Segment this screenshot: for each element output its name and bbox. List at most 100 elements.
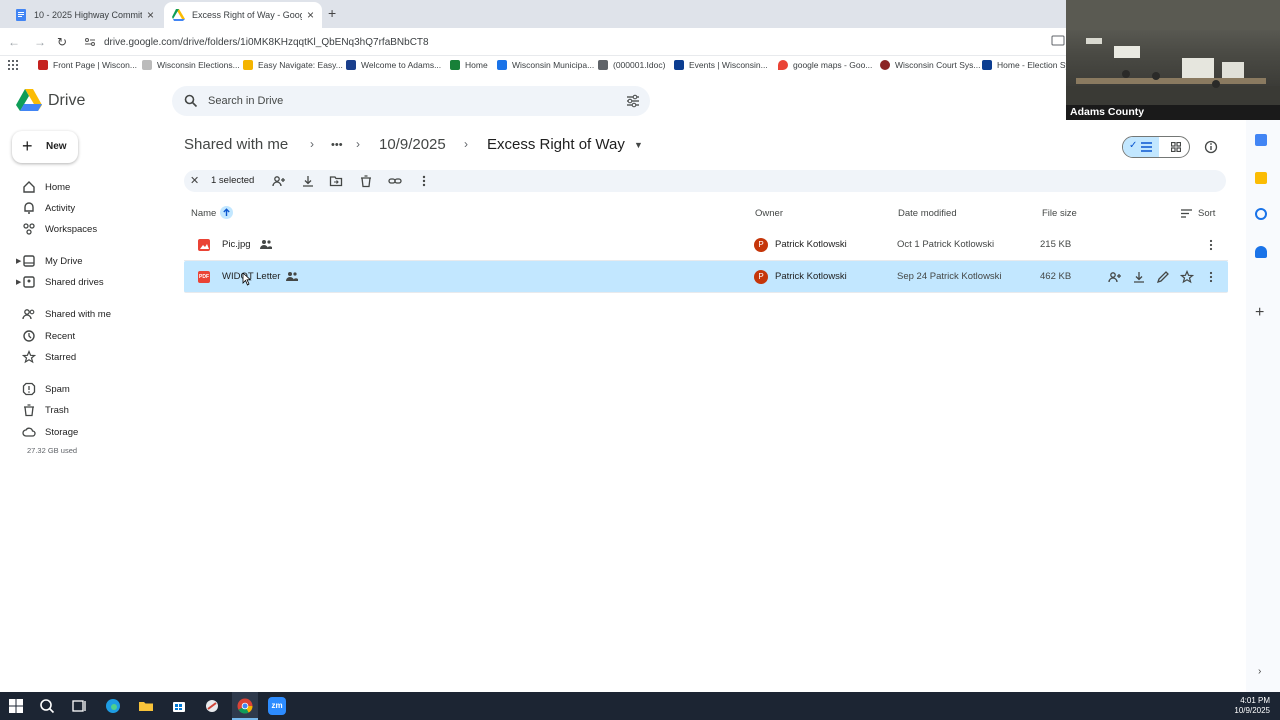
breadcrumb-date-folder[interactable]: 10/9/2025 [379, 136, 446, 153]
date-modified-column-header[interactable]: Date modified [898, 208, 957, 219]
site-info-icon[interactable] [84, 36, 98, 48]
expand-icon[interactable]: ▶ [16, 257, 21, 265]
task-view-icon[interactable] [70, 697, 88, 715]
windows-start-icon[interactable] [7, 697, 25, 715]
forward-icon[interactable]: → [32, 34, 48, 50]
sidebar-item-starred[interactable]: Starred [16, 348, 166, 366]
drive-icon [172, 8, 186, 22]
list-view-button[interactable]: ✓ [1123, 137, 1159, 157]
more-vert-icon[interactable] [417, 174, 431, 188]
breadcrumb-more[interactable]: ••• [331, 139, 343, 151]
tab-excess-right-of-way[interactable]: Excess Right of Way - Google Drive × [164, 2, 322, 28]
get-addons-icon[interactable]: + [1255, 304, 1264, 322]
more-vert-icon[interactable] [1204, 270, 1218, 284]
breadcrumb-shared-with-me[interactable]: Shared with me [184, 136, 288, 153]
search-bar[interactable]: Search in Drive [172, 86, 650, 116]
store-icon[interactable] [170, 697, 188, 715]
file-row-widot-letter[interactable]: PDF WIDOT Letter P Patrick Kotlowski Sep… [184, 261, 1228, 293]
file-list-header: Name Owner Date modified File size Sort [184, 204, 1228, 224]
star-icon [22, 350, 36, 364]
chrome-taskbar-button[interactable] [232, 692, 258, 720]
sidebar-item-spam[interactable]: Spam [16, 380, 166, 398]
download-icon[interactable] [1132, 270, 1146, 284]
apps-icon[interactable] [8, 60, 18, 70]
bell-icon [24, 202, 34, 214]
system-clock[interactable]: 4:01 PM 10/9/2025 [1234, 696, 1270, 716]
sidebar-item-shared-with-me[interactable]: Shared with me [16, 305, 166, 323]
search-icon[interactable] [184, 94, 198, 108]
sort-icon[interactable] [1181, 209, 1192, 218]
bookmark[interactable]: Easy Navigate: Easy... [243, 60, 343, 70]
shared-people-icon [260, 240, 272, 249]
bookmark[interactable]: Front Page | Wiscon... [38, 60, 137, 70]
owner-column-header[interactable]: Owner [755, 208, 783, 219]
info-icon[interactable] [1204, 140, 1218, 154]
plus-icon: + [22, 136, 33, 156]
sort-button[interactable]: Sort [1198, 208, 1215, 219]
side-panel-rail: + › [1246, 120, 1280, 692]
edge-icon[interactable] [104, 697, 122, 715]
new-button[interactable]: + New [12, 131, 78, 163]
reload-icon[interactable]: ↻ [54, 34, 70, 50]
zoom-icon[interactable]: zm [268, 697, 286, 715]
bookmark[interactable]: (000001.Idoc) [598, 60, 665, 70]
back-icon[interactable]: ← [6, 34, 22, 50]
close-icon[interactable]: × [303, 8, 314, 22]
chevron-down-icon[interactable]: ▼ [634, 140, 643, 150]
file-name[interactable]: Pic.jpg [222, 239, 251, 250]
sidebar-item-storage[interactable]: Storage [16, 423, 166, 441]
contacts-icon[interactable] [1255, 246, 1267, 258]
more-vert-icon[interactable] [1204, 238, 1218, 252]
cast-icon[interactable] [1051, 35, 1065, 47]
bookmark[interactable]: Wisconsin Municipa... [497, 60, 594, 70]
new-tab-icon[interactable]: + [328, 5, 336, 21]
bookmark-icon [346, 60, 356, 70]
search-options-icon[interactable] [626, 94, 640, 108]
calendar-icon[interactable] [1255, 134, 1267, 146]
tab-highway-committee[interactable]: 10 - 2025 Highway Committee × [6, 2, 162, 28]
file-size-column-header[interactable]: File size [1042, 208, 1077, 219]
rename-pencil-icon[interactable] [1156, 270, 1170, 284]
keep-icon[interactable] [1255, 172, 1267, 184]
file-explorer-icon[interactable] [137, 697, 155, 715]
search-icon[interactable] [38, 697, 56, 715]
bookmark-icon [674, 60, 684, 70]
share-icon[interactable] [272, 174, 286, 188]
star-icon[interactable] [1180, 270, 1194, 284]
sidebar-item-recent[interactable]: Recent [16, 327, 166, 345]
bookmark[interactable]: Welcome to Adams... [346, 60, 441, 70]
bookmark[interactable]: Wisconsin Court Sys... [880, 60, 981, 70]
drive-logo-icon[interactable] [16, 88, 42, 112]
sidebar-item-workspaces[interactable]: Workspaces [16, 220, 166, 238]
address-bar[interactable]: drive.google.com/drive/folders/1i0MK8KHz… [84, 31, 1044, 53]
link-icon[interactable] [388, 174, 402, 188]
bookmark[interactable]: Events | Wisconsin... [674, 60, 768, 70]
bookmark[interactable]: Wisconsin Elections... [142, 60, 240, 70]
grid-icon[interactable] [1171, 142, 1181, 152]
search-input[interactable]: Search in Drive [208, 95, 283, 107]
view-toggle[interactable]: ✓ [1122, 136, 1190, 158]
sidebar-item-trash[interactable]: Trash [16, 401, 166, 419]
name-column-header[interactable]: Name [191, 208, 216, 219]
chevron-right-icon: › [356, 137, 360, 151]
app-name[interactable]: Drive [48, 92, 85, 110]
breadcrumb-current-folder[interactable]: Excess Right of Way [487, 136, 625, 153]
bookmark[interactable]: Home [450, 60, 488, 70]
bookmark[interactable]: google maps - Goo... [778, 60, 872, 70]
close-icon[interactable]: × [143, 8, 154, 22]
sidebar-item-home[interactable]: Home [16, 178, 166, 196]
download-icon[interactable] [301, 174, 315, 188]
snipping-tool-icon[interactable] [203, 697, 221, 715]
sort-arrow-up-icon[interactable] [220, 206, 233, 219]
tasks-icon[interactable] [1255, 208, 1267, 220]
clear-selection-icon[interactable]: ✕ [190, 174, 204, 188]
trash-icon[interactable] [359, 174, 373, 188]
chevron-right-icon[interactable]: › [1258, 666, 1261, 677]
sidebar-item-activity[interactable]: Activity [16, 199, 166, 217]
share-icon[interactable] [1108, 270, 1122, 284]
sidebar-item-shared-drives[interactable]: ▶ Shared drives [16, 273, 166, 291]
move-icon[interactable] [329, 174, 343, 188]
file-row-pic-jpg[interactable]: Pic.jpg P Patrick Kotlowski Oct 1 Patric… [184, 229, 1228, 261]
sidebar-item-my-drive[interactable]: ▶ My Drive [16, 252, 166, 270]
expand-icon[interactable]: ▶ [16, 278, 21, 286]
